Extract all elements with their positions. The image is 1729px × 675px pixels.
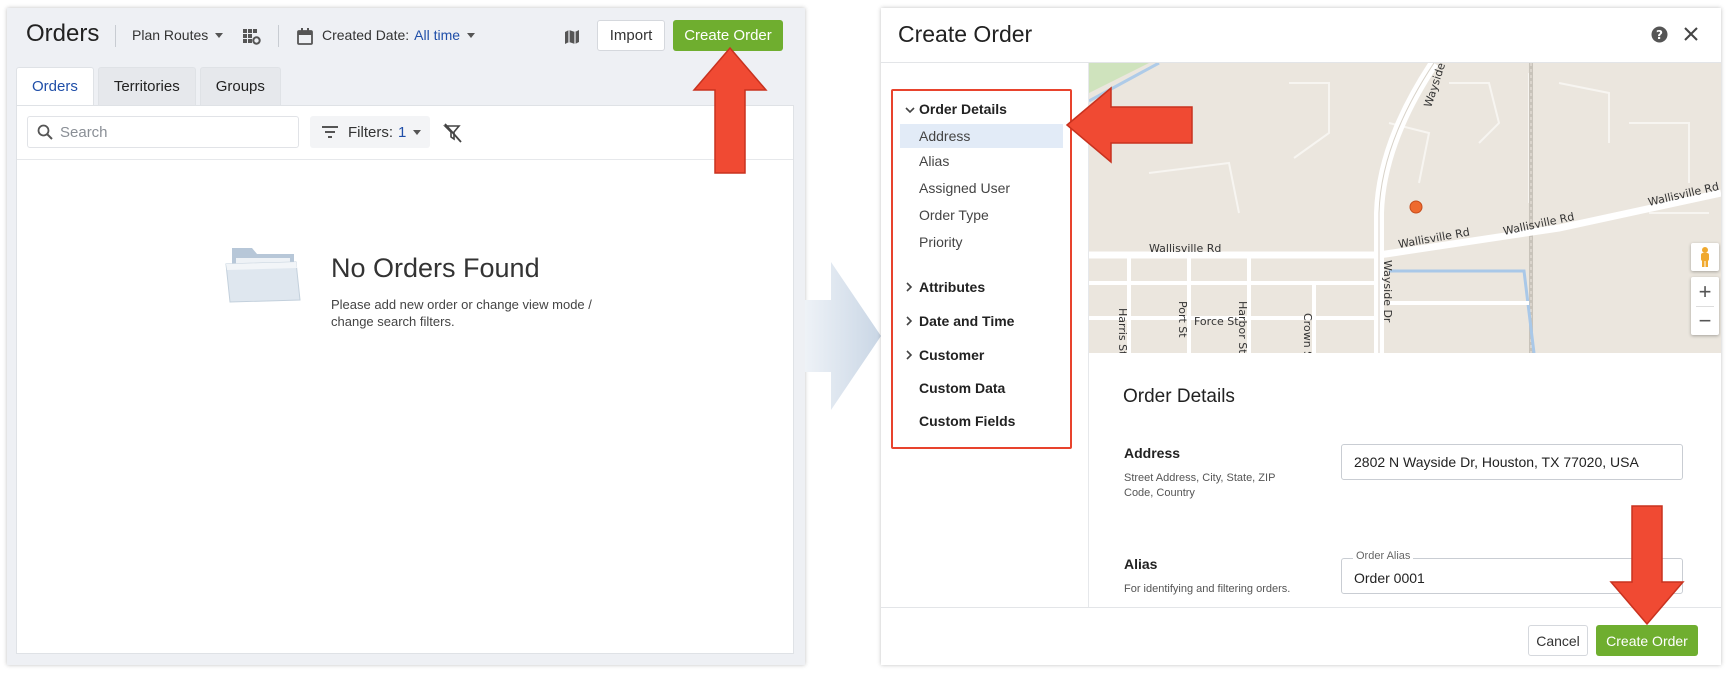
content-divider — [17, 159, 793, 160]
address-description: Street Address, City, State, ZIP Code, C… — [1124, 472, 1276, 499]
empty-state-title: No Orders Found — [331, 253, 540, 283]
nav-order-type-label: Order Type — [919, 207, 989, 223]
modal-footer-divider — [881, 607, 1721, 608]
nav-custom-fields[interactable]: Custom Fields — [893, 409, 1070, 433]
orders-tabs: Orders Territories Groups — [16, 67, 285, 105]
created-date-value: All time — [414, 27, 461, 43]
order-sections-nav: Order Details Address Alias Assigned Use… — [891, 89, 1072, 449]
map-street-label: Port St — [1176, 301, 1189, 338]
svg-text:?: ? — [1656, 28, 1663, 42]
form-section-title: Order Details — [1123, 386, 1235, 407]
clear-filters-icon[interactable] — [442, 122, 464, 144]
nav-date-time-label: Date and Time — [919, 313, 1015, 329]
zoom-in-icon[interactable]: + — [1699, 278, 1712, 306]
caret-down-icon — [413, 129, 422, 135]
nav-address-label: Address — [919, 128, 971, 144]
nav-assigned-user[interactable]: Assigned User — [893, 176, 1070, 200]
transition-arrow-icon — [805, 262, 881, 415]
nav-attributes[interactable]: Attributes — [893, 275, 1070, 299]
tab-territories[interactable]: Territories — [97, 67, 196, 105]
arrow-up-icon — [692, 46, 768, 181]
search-icon — [37, 124, 53, 145]
nav-custom-data[interactable]: Custom Data — [893, 376, 1070, 400]
nav-alias[interactable]: Alias — [893, 149, 1070, 173]
map-street-label: Wayside Dr — [1381, 260, 1394, 323]
nav-customer-label: Customer — [919, 347, 985, 363]
address-label: Address — [1124, 445, 1181, 461]
header-divider — [115, 25, 116, 47]
zoom-out-icon[interactable]: − — [1699, 307, 1712, 335]
map-settings-icon[interactable] — [242, 27, 262, 47]
filters-label: Filters: — [348, 123, 393, 141]
nav-order-details-label: Order Details — [919, 101, 1007, 117]
orders-screen: Orders Plan Routes Created Date: All tim… — [7, 8, 805, 665]
orders-header: Orders Plan Routes Created Date: All tim… — [7, 8, 805, 64]
nav-alias-label: Alias — [919, 153, 950, 169]
nav-order-details[interactable]: Order Details — [893, 97, 1070, 121]
map-street-label: Force St — [1194, 315, 1239, 328]
help-icon[interactable]: ? — [1649, 24, 1669, 44]
page-title: Orders — [26, 20, 100, 47]
search-input[interactable] — [60, 122, 280, 142]
header-divider — [278, 25, 279, 47]
arrow-down-icon — [1609, 504, 1685, 631]
map-view-icon[interactable] — [562, 27, 582, 47]
map-street-label: Wallisville Rd — [1149, 242, 1221, 255]
orders-content: Filters: 1 No Orders Found Please add ne… — [16, 105, 794, 654]
chevron-down-icon — [905, 101, 915, 117]
calendar-icon — [296, 26, 314, 46]
import-button[interactable]: Import — [597, 20, 665, 51]
alias-description: For identifying and filtering orders. — [1124, 583, 1291, 595]
folder-icon — [224, 242, 302, 306]
zoom-control: + − — [1691, 277, 1719, 335]
nav-priority-label: Priority — [919, 234, 963, 250]
map-street-label: Harris St — [1116, 308, 1129, 353]
tab-groups[interactable]: Groups — [199, 67, 281, 105]
chevron-right-icon — [905, 313, 913, 329]
created-date-filter[interactable]: Created Date: All time — [322, 27, 476, 43]
chevron-right-icon — [905, 347, 913, 363]
nav-customer[interactable]: Customer — [893, 343, 1070, 367]
modal-title: Create Order — [898, 21, 1033, 47]
street-view-icon[interactable] — [1691, 243, 1719, 271]
nav-assigned-user-label: Assigned User — [919, 180, 1011, 196]
create-order-modal: Create Order ? Order Details Address Ali… — [881, 8, 1721, 665]
chevron-right-icon — [905, 279, 913, 295]
nav-date-time[interactable]: Date and Time — [893, 309, 1070, 333]
nav-address[interactable]: Address — [900, 124, 1063, 148]
cancel-button[interactable]: Cancel — [1528, 625, 1588, 656]
nav-priority[interactable]: Priority — [893, 230, 1070, 254]
alias-field-label: Order Alias — [1353, 550, 1414, 562]
filters-count: 1 — [398, 123, 407, 141]
arrow-left-icon — [1065, 86, 1195, 169]
close-icon[interactable] — [1681, 24, 1701, 44]
address-field[interactable]: 2802 N Wayside Dr, Houston, TX 77020, US… — [1341, 444, 1683, 480]
created-date-label: Created Date: — [322, 27, 410, 43]
nav-order-type[interactable]: Order Type — [893, 203, 1070, 227]
nav-custom-fields-label: Custom Fields — [919, 413, 1016, 429]
caret-down-icon — [215, 32, 224, 38]
filter-icon — [322, 125, 340, 139]
location-pin-icon — [1409, 200, 1423, 214]
plan-routes-label: Plan Routes — [132, 27, 209, 43]
plan-routes-dropdown[interactable]: Plan Routes — [132, 27, 224, 43]
nav-custom-data-label: Custom Data — [919, 380, 1006, 396]
map-street-label: Crown St — [1301, 313, 1314, 353]
caret-down-icon — [467, 32, 476, 38]
filters-button[interactable]: Filters: 1 — [310, 116, 430, 148]
search-box[interactable] — [27, 116, 299, 148]
empty-state-description: Please add new order or change view mode… — [331, 297, 592, 329]
nav-attributes-label: Attributes — [919, 279, 986, 295]
tab-orders[interactable]: Orders — [16, 67, 94, 105]
alias-label: Alias — [1124, 556, 1158, 572]
